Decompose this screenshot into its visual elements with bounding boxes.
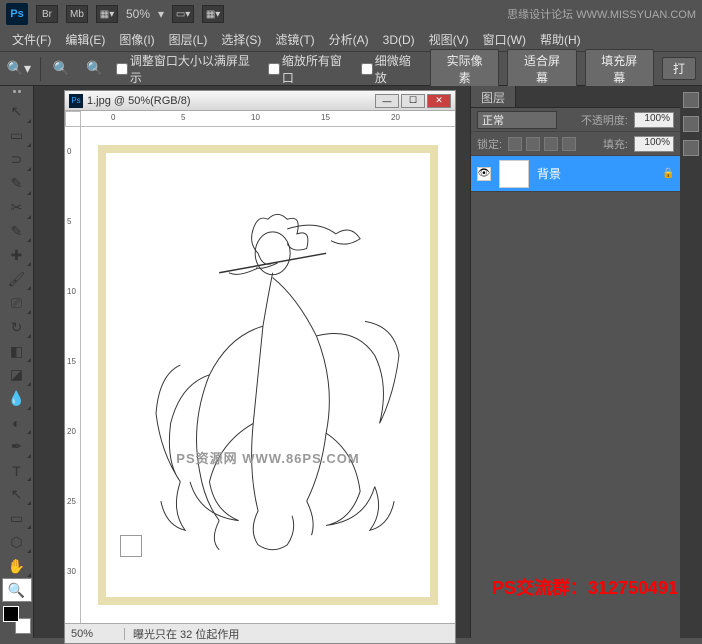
layer-list: 👁 背景 🔒 <box>471 156 680 638</box>
options-bar: 🔍▾ 🔍 🔍 调整窗口大小以满屏显示 缩放所有窗口 细微缩放 实际像素 适合屏幕… <box>0 52 702 86</box>
layer-thumbnail[interactable] <box>499 160 529 188</box>
document-area: Ps 1.jpg @ 50%(RGB/8) — ☐ ✕ 0 5 10 15 20 <box>34 86 470 638</box>
eyedropper-tool[interactable]: ✎ <box>2 220 32 244</box>
collapsed-panel-1-icon[interactable] <box>683 92 699 108</box>
seal-stamp <box>120 535 142 557</box>
doc-ps-icon: Ps <box>69 94 83 108</box>
tab-layers[interactable]: 图层 <box>471 86 516 107</box>
collapsed-panel-3-icon[interactable] <box>683 140 699 156</box>
zoom-tool-icon: 🔍▾ <box>6 58 32 80</box>
overlay-qq-group-text: PS交流群：312750491 <box>492 574 678 600</box>
gradient-tool[interactable]: ◪ <box>2 363 32 387</box>
brush-tool[interactable]: 🖌 <box>2 267 32 291</box>
screen-mode-button[interactable]: ▦▾ <box>96 5 118 23</box>
print-size-button[interactable]: 打 <box>662 57 696 80</box>
menu-3d[interactable]: 3D(D) <box>379 31 419 49</box>
document-title: 1.jpg @ 50%(RGB/8) <box>87 95 375 107</box>
close-button[interactable]: ✕ <box>427 94 451 108</box>
layer-name-label[interactable]: 背景 <box>537 165 654 182</box>
extra-button[interactable]: ▦▾ <box>202 5 224 23</box>
zoom-all-checkbox[interactable]: 缩放所有窗口 <box>268 52 353 86</box>
menu-image[interactable]: 图像(I) <box>115 29 158 50</box>
marquee-tool[interactable]: ▭ <box>2 124 32 148</box>
actual-pixels-button[interactable]: 实际像素 <box>430 49 499 89</box>
minimize-button[interactable]: — <box>375 94 399 108</box>
blur-tool[interactable]: 💧 <box>2 387 32 411</box>
ruler-origin[interactable] <box>65 111 81 127</box>
shape-tool[interactable]: ▭ <box>2 506 32 530</box>
menu-filter[interactable]: 滤镜(T) <box>271 29 318 50</box>
lock-position-icon[interactable] <box>544 137 558 151</box>
panel-tabs: 图层 <box>471 86 680 108</box>
lock-transparency-icon[interactable] <box>508 137 522 151</box>
collapsed-panel-2-icon[interactable] <box>683 116 699 132</box>
fill-screen-button[interactable]: 填充屏幕 <box>585 49 654 89</box>
minibridge-button[interactable]: Mb <box>66 5 88 23</box>
type-tool[interactable]: T <box>2 459 32 483</box>
zoom-tool[interactable]: 🔍 <box>2 578 32 602</box>
artwork-line-drawing <box>106 153 430 597</box>
fill-label: 填充: <box>603 136 628 152</box>
resize-window-checkbox[interactable]: 调整窗口大小以满屏显示 <box>116 52 260 86</box>
blend-mode-select[interactable]: 正常 <box>477 111 557 129</box>
panel-area: 图层 正常 不透明度: 100% 锁定: 填充: 100% <box>470 86 702 638</box>
workspace: ↖ ▭ ⊃ ✎ ✂ ✎ ✚ 🖌 ⎚ ↻ ◧ ◪ 💧 ◐ ✒ T ↖ ▭ ⬡ ✋ … <box>0 86 702 638</box>
menu-edit[interactable]: 编辑(E) <box>61 29 109 50</box>
layer-item-background[interactable]: 👁 背景 🔒 <box>471 156 680 192</box>
watermark-text: PS资源网 WWW.86PS.COM <box>106 448 430 467</box>
lock-pixels-icon[interactable] <box>526 137 540 151</box>
document-statusbar: 50% 曝光只在 32 位起作用 <box>65 623 455 643</box>
eraser-tool[interactable]: ◧ <box>2 339 32 363</box>
document-window: Ps 1.jpg @ 50%(RGB/8) — ☐ ✕ 0 5 10 15 20 <box>64 90 456 644</box>
menu-view[interactable]: 视图(V) <box>425 29 473 50</box>
app-header: Ps Br Mb ▦▾ 50% ▾ ▭▾ ▦▾ 思缘设计论坛 WWW.MISSY… <box>0 0 702 28</box>
fill-field[interactable]: 100% <box>634 136 674 152</box>
menu-layer[interactable]: 图层(L) <box>165 29 212 50</box>
zoom-level-select[interactable]: 50% <box>126 7 150 21</box>
canvas: PS资源网 WWW.86PS.COM <box>98 145 438 605</box>
zoom-out-icon[interactable]: 🔍 <box>82 58 108 80</box>
lasso-tool[interactable]: ⊃ <box>2 148 32 172</box>
ruler-horizontal[interactable]: 0 5 10 15 20 <box>81 111 455 127</box>
fit-screen-button[interactable]: 适合屏幕 <box>507 49 576 89</box>
menu-file[interactable]: 文件(F) <box>8 29 55 50</box>
visibility-toggle-icon[interactable]: 👁 <box>477 167 491 181</box>
lock-all-icon[interactable] <box>562 137 576 151</box>
crop-tool[interactable]: ✂ <box>2 196 32 220</box>
opacity-label: 不透明度: <box>581 112 628 128</box>
collapsed-panel-icons <box>680 86 702 638</box>
menu-help[interactable]: 帮助(H) <box>536 29 585 50</box>
status-message: 曝光只在 32 位起作用 <box>125 626 247 642</box>
bridge-button[interactable]: Br <box>36 5 58 23</box>
foreground-color-swatch[interactable] <box>3 606 19 622</box>
zoom-dropdown-icon[interactable]: ▾ <box>158 7 164 21</box>
healing-tool[interactable]: ✚ <box>2 243 32 267</box>
canvas-viewport[interactable]: PS资源网 WWW.86PS.COM <box>81 127 455 623</box>
maximize-button[interactable]: ☐ <box>401 94 425 108</box>
hand-tool[interactable]: ✋ <box>2 554 32 578</box>
zoom-in-icon[interactable]: 🔍 <box>49 58 75 80</box>
quick-select-tool[interactable]: ✎ <box>2 172 32 196</box>
scrubby-zoom-checkbox[interactable]: 细微缩放 <box>361 52 422 86</box>
lock-icon: 🔒 <box>662 168 674 180</box>
arrange-button[interactable]: ▭▾ <box>172 5 194 23</box>
history-brush-tool[interactable]: ↻ <box>2 315 32 339</box>
dodge-tool[interactable]: ◐ <box>2 411 32 435</box>
color-swatches[interactable] <box>3 606 31 634</box>
3d-tool[interactable]: ⬡ <box>2 530 32 554</box>
lock-label: 锁定: <box>477 136 502 152</box>
tool-palette: ↖ ▭ ⊃ ✎ ✂ ✎ ✚ 🖌 ⎚ ↻ ◧ ◪ 💧 ◐ ✒ T ↖ ▭ ⬡ ✋ … <box>0 86 34 638</box>
path-select-tool[interactable]: ↖ <box>2 482 32 506</box>
pen-tool[interactable]: ✒ <box>2 435 32 459</box>
menu-analysis[interactable]: 分析(A) <box>325 29 373 50</box>
stamp-tool[interactable]: ⎚ <box>2 291 32 315</box>
opacity-field[interactable]: 100% <box>634 112 674 128</box>
move-tool[interactable]: ↖ <box>2 100 32 124</box>
branding-text: 思缘设计论坛 WWW.MISSYUAN.COM <box>507 6 696 22</box>
menu-window[interactable]: 窗口(W) <box>479 29 530 50</box>
ps-logo-icon: Ps <box>6 3 28 25</box>
document-titlebar[interactable]: Ps 1.jpg @ 50%(RGB/8) — ☐ ✕ <box>65 91 455 111</box>
menu-select[interactable]: 选择(S) <box>217 29 265 50</box>
ruler-vertical[interactable]: 0 5 10 15 20 25 30 <box>65 127 81 623</box>
